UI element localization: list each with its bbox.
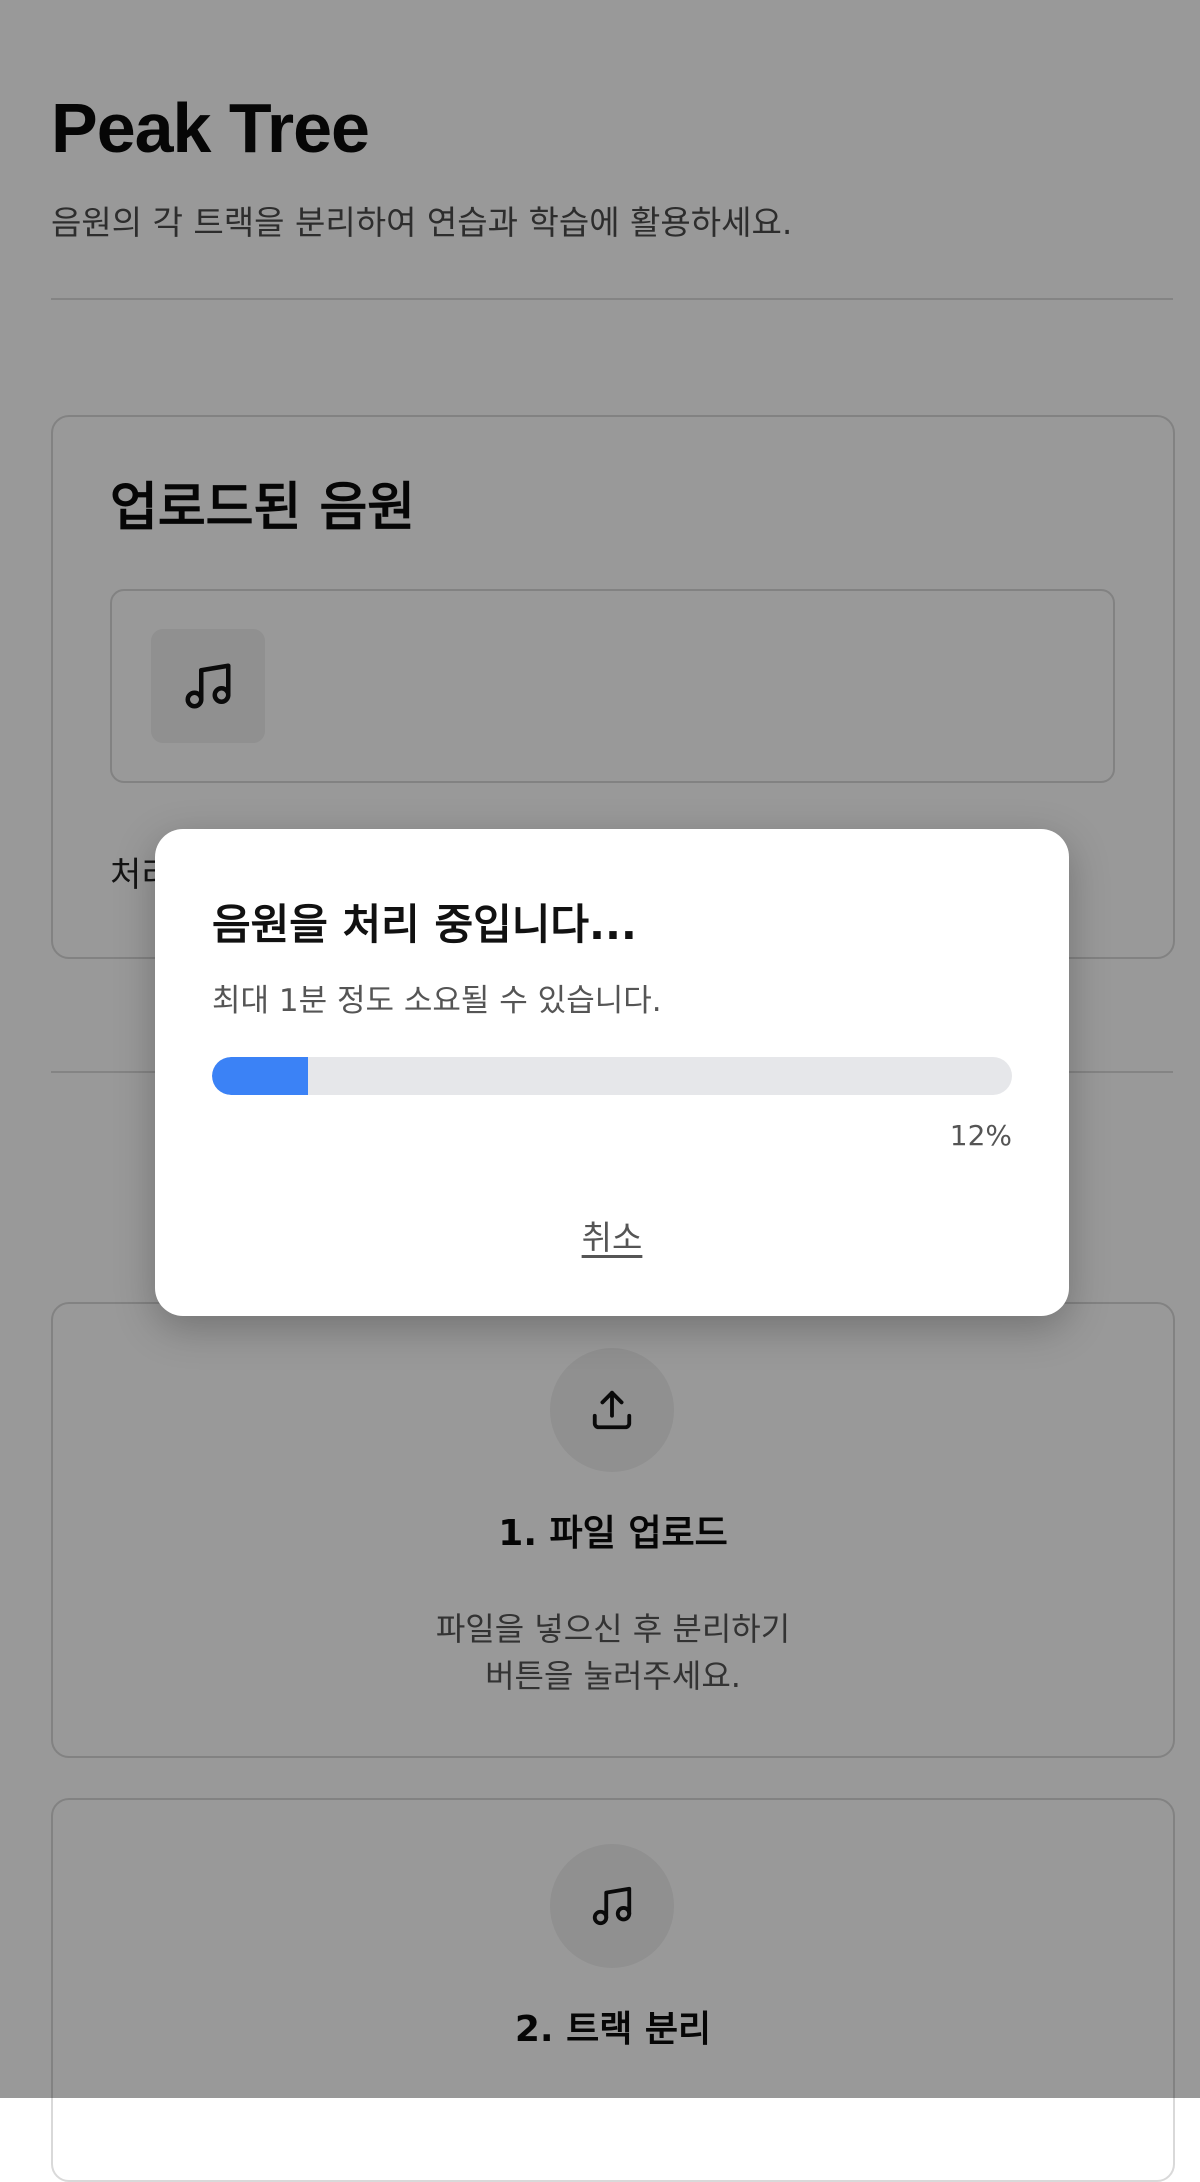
cancel-button[interactable]: 취소 bbox=[552, 1211, 672, 1259]
progress-bar-fill bbox=[212, 1057, 308, 1095]
progress-percent-label: 12% bbox=[949, 1119, 1012, 1152]
modal-title: 음원을 처리 중입니다... bbox=[212, 900, 637, 949]
modal-subtitle: 최대 1분 정도 소요될 수 있습니다. bbox=[212, 983, 662, 1019]
progress-bar bbox=[212, 1057, 1012, 1095]
processing-modal: 음원을 처리 중입니다... 최대 1분 정도 소요될 수 있습니다. 12% … bbox=[155, 829, 1069, 1316]
